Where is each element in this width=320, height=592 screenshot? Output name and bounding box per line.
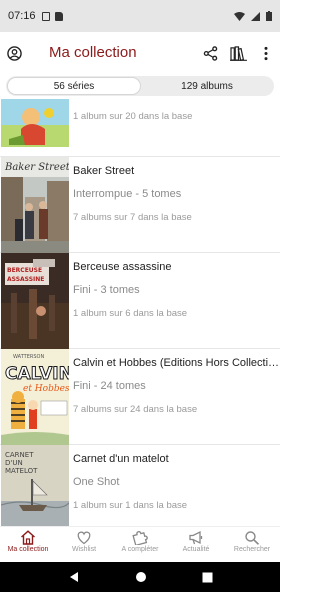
app-bar: Ma collection	[0, 32, 280, 74]
series-status: One Shot	[73, 476, 120, 488]
tab-series[interactable]: 56 séries	[7, 77, 141, 95]
bottom-navigation: Ma collection Wishlist A compléter Actua…	[0, 526, 280, 562]
series-list: 1 album sur 20 dans la base Baker Street…	[0, 99, 280, 526]
nav-label: Rechercher	[233, 546, 271, 553]
svg-text:Baker Street: Baker Street	[4, 162, 69, 173]
search-icon	[245, 531, 260, 545]
share-icon	[203, 45, 217, 61]
album-count: 7 albums sur 24 dans la base	[73, 404, 198, 415]
signal-icon	[251, 11, 260, 21]
album-count: 1 album sur 20 dans la base	[73, 111, 193, 122]
series-title: Calvin et Hobbes (Editions Hors Collecti…	[73, 357, 280, 369]
list-item[interactable]: WATTERSON CALVIN et Hobbes Calvin et Hobbe…	[0, 349, 280, 445]
svg-text:WATTERSON: WATTERSON	[13, 354, 44, 360]
list-item[interactable]: CARNET D'UN MATELOT Carnet d'un matelot On…	[0, 445, 280, 526]
list-item[interactable]: 1 album sur 20 dans la base	[0, 99, 280, 157]
cover-image: CARNET D'UN MATELOT	[1, 445, 69, 526]
more-vertical-icon	[264, 46, 268, 60]
album-count: 1 album sur 1 dans la base	[73, 500, 188, 511]
home-circle-icon[interactable]	[135, 571, 147, 583]
share-button[interactable]	[197, 40, 223, 66]
status-bar: 07:16	[0, 0, 280, 32]
account-icon	[6, 45, 22, 61]
more-options-button[interactable]	[253, 40, 279, 66]
list-item[interactable]: BERCEUSE ASSASSINE Berceuse assassine Fin…	[0, 253, 280, 349]
wifi-icon	[234, 11, 245, 21]
cover-image	[1, 99, 69, 147]
svg-text:CARNET: CARNET	[5, 451, 34, 459]
nav-rechercher[interactable]: Rechercher	[224, 527, 280, 562]
cover-image: Baker Street	[1, 157, 69, 253]
series-status: Fini - 3 tomes	[73, 284, 140, 296]
page-title: Ma collection	[49, 44, 137, 61]
cover-image: BERCEUSE ASSASSINE	[1, 253, 69, 349]
svg-text:CALVIN: CALVIN	[5, 364, 69, 384]
svg-text:BERCEUSE: BERCEUSE	[7, 267, 42, 274]
series-status: Interrompue - 5 tomes	[73, 188, 182, 200]
cover-image: WATTERSON CALVIN et Hobbes	[1, 349, 69, 445]
megaphone-icon	[189, 530, 203, 545]
view-switch: 56 séries 129 albums	[6, 76, 274, 96]
library-button[interactable]	[225, 40, 251, 66]
status-time: 07:16	[8, 10, 36, 22]
back-icon[interactable]	[68, 571, 80, 583]
nav-actualite[interactable]: Actualité	[168, 527, 224, 562]
home-icon	[21, 530, 35, 545]
svg-text:MATELOT: MATELOT	[5, 467, 38, 475]
nav-a-completer[interactable]: A compléter	[112, 527, 168, 562]
list-item[interactable]: Baker Street Baker Street Interrompue - …	[0, 157, 280, 253]
recents-icon[interactable]	[202, 572, 213, 583]
puzzle-icon	[132, 530, 148, 545]
library-icon	[229, 45, 247, 61]
battery-icon	[266, 11, 272, 21]
nav-label: A compléter	[121, 546, 159, 553]
album-count: 1 album sur 6 dans la base	[73, 308, 188, 319]
series-title: Berceuse assassine	[73, 261, 172, 273]
series-status: Fini - 24 tomes	[73, 380, 146, 392]
nav-wishlist[interactable]: Wishlist	[56, 527, 112, 562]
system-navigation-bar	[0, 562, 280, 592]
heart-icon	[77, 531, 91, 545]
svg-text:ASSASSINE: ASSASSINE	[7, 276, 44, 283]
series-title: Carnet d'un matelot	[73, 453, 169, 465]
nav-label: Wishlist	[71, 546, 97, 553]
nav-label: Ma collection	[7, 546, 49, 553]
tab-albums[interactable]: 129 albums	[141, 77, 273, 95]
series-title: Baker Street	[73, 165, 135, 177]
sd-card-icon	[54, 11, 63, 21]
svg-text:et Hobbes: et Hobbes	[23, 384, 69, 394]
nav-ma-collection[interactable]: Ma collection	[0, 527, 56, 562]
nav-label: Actualité	[182, 546, 210, 553]
album-count: 7 albums sur 7 dans la base	[73, 212, 192, 223]
account-button[interactable]	[1, 40, 27, 66]
svg-text:D'UN: D'UN	[5, 459, 23, 467]
settings-status-icon	[41, 11, 50, 21]
